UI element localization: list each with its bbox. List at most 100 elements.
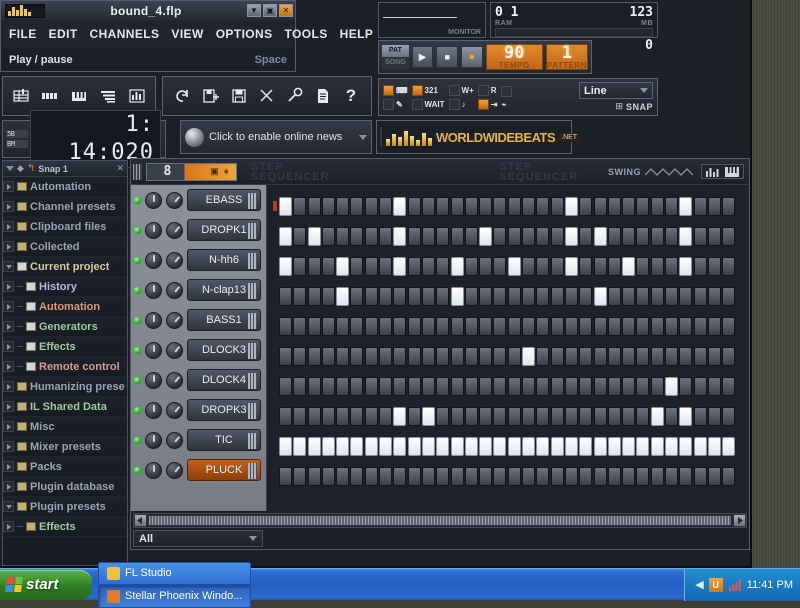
step-button[interactable] xyxy=(522,226,536,246)
browser-item-mixer-presets[interactable]: Mixer presets xyxy=(3,437,127,457)
browser-item-automation[interactable]: Automation xyxy=(3,177,127,197)
step-button[interactable] xyxy=(464,286,478,306)
channel-button[interactable]: DLOCK4 xyxy=(187,369,261,391)
step-button[interactable] xyxy=(622,406,636,426)
step-button[interactable] xyxy=(407,226,421,246)
step-button[interactable] xyxy=(407,466,421,486)
step-sequencer-icon[interactable] xyxy=(40,86,60,106)
expand-arrow-icon[interactable] xyxy=(3,401,14,412)
step-button[interactable] xyxy=(650,196,664,216)
piano-roll-icon[interactable] xyxy=(69,86,89,106)
browser-item-humanizing-presets[interactable]: Humanizing presets xyxy=(3,377,127,397)
step-button[interactable] xyxy=(665,376,679,396)
taskbar-item[interactable]: Stellar Phoenix Windo... xyxy=(98,584,252,608)
browser-item-effects[interactable]: Effects xyxy=(3,337,127,357)
step-button[interactable] xyxy=(579,436,593,456)
step-button[interactable] xyxy=(464,346,478,366)
step-button[interactable] xyxy=(707,256,721,276)
step-button[interactable] xyxy=(607,436,621,456)
step-button[interactable] xyxy=(650,436,664,456)
channel-grip-icon[interactable] xyxy=(248,373,257,389)
step-button[interactable] xyxy=(536,196,550,216)
step-button[interactable] xyxy=(421,406,435,426)
step-button[interactable] xyxy=(293,226,307,246)
channel-mute-led[interactable] xyxy=(134,466,141,474)
menu-item-channels[interactable]: CHANNELS xyxy=(90,27,160,41)
step-button[interactable] xyxy=(564,466,578,486)
step-button[interactable] xyxy=(336,256,350,276)
step-button[interactable] xyxy=(336,196,350,216)
step-button[interactable] xyxy=(622,376,636,396)
step-button[interactable] xyxy=(336,226,350,246)
wwb-button-icon[interactable] xyxy=(380,127,382,147)
step-button[interactable] xyxy=(550,406,564,426)
step-button[interactable] xyxy=(650,316,664,336)
step-button[interactable] xyxy=(364,436,378,456)
step-button[interactable] xyxy=(722,196,736,216)
browser-icon[interactable] xyxy=(98,86,118,106)
step-button[interactable] xyxy=(679,316,693,336)
expand-arrow-icon[interactable] xyxy=(3,301,14,312)
channel-pan-knob[interactable] xyxy=(145,341,162,359)
channel-mute-led[interactable] xyxy=(134,256,141,264)
step-button[interactable] xyxy=(507,196,521,216)
graph-editor-icon[interactable] xyxy=(705,166,721,177)
step-button[interactable] xyxy=(665,316,679,336)
step-button[interactable] xyxy=(536,466,550,486)
step-button[interactable] xyxy=(722,406,736,426)
step-button[interactable] xyxy=(407,316,421,336)
step-button[interactable] xyxy=(293,466,307,486)
channel-grip-icon[interactable] xyxy=(248,313,257,329)
step-button[interactable] xyxy=(279,286,292,306)
step-button[interactable] xyxy=(279,256,292,276)
step-button[interactable] xyxy=(493,346,507,366)
browser-item-plugin-presets[interactable]: Plugin presets xyxy=(3,497,127,517)
step-button[interactable] xyxy=(307,196,321,216)
step-button[interactable] xyxy=(307,256,321,276)
step-button[interactable] xyxy=(350,466,364,486)
step-button[interactable] xyxy=(722,256,736,276)
step-button[interactable] xyxy=(564,226,578,246)
step-button[interactable] xyxy=(564,436,578,456)
step-button[interactable] xyxy=(665,196,679,216)
channel-mute-led[interactable] xyxy=(134,346,141,354)
step-button[interactable] xyxy=(307,406,321,426)
step-button[interactable] xyxy=(421,226,435,246)
channel-volume-knob[interactable] xyxy=(166,401,183,419)
worldwidebeats-banner[interactable]: WORLDWIDEBEATS .NET xyxy=(376,120,580,154)
step-button[interactable] xyxy=(436,406,450,426)
step-button[interactable] xyxy=(350,286,364,306)
step-button[interactable] xyxy=(693,256,707,276)
step-button[interactable] xyxy=(307,316,321,336)
step-button[interactable] xyxy=(336,316,350,336)
step-button[interactable] xyxy=(379,466,393,486)
step-button[interactable] xyxy=(536,256,550,276)
channel-mute-led[interactable] xyxy=(134,316,141,324)
step-button[interactable] xyxy=(607,286,621,306)
step-button[interactable] xyxy=(636,376,650,396)
menu-item-view[interactable]: VIEW xyxy=(171,27,203,41)
step-button[interactable] xyxy=(479,226,493,246)
close-icon[interactable]: ✕ xyxy=(279,4,293,17)
expand-arrow-icon[interactable] xyxy=(3,241,14,252)
stop-button[interactable]: ■ xyxy=(436,46,458,68)
step-button[interactable] xyxy=(364,226,378,246)
toggle-metronome[interactable] xyxy=(501,85,513,97)
step-button[interactable] xyxy=(493,466,507,486)
toggle-multilink[interactable] xyxy=(383,98,394,110)
step-button[interactable] xyxy=(479,256,493,276)
pattern-menu-icon[interactable]: ➧ xyxy=(222,165,231,178)
step-button[interactable] xyxy=(493,406,507,426)
step-button[interactable] xyxy=(579,466,593,486)
step-button[interactable] xyxy=(693,316,707,336)
step-button[interactable] xyxy=(722,376,736,396)
step-button[interactable] xyxy=(321,346,335,366)
step-button[interactable] xyxy=(536,376,550,396)
pattern-color-icon[interactable]: ▣ xyxy=(210,166,219,177)
step-button[interactable] xyxy=(450,196,464,216)
channel-button[interactable]: TIC xyxy=(187,429,261,451)
step-button[interactable] xyxy=(550,256,564,276)
step-button[interactable] xyxy=(593,406,607,426)
expand-arrow-icon[interactable] xyxy=(3,361,14,372)
step-button[interactable] xyxy=(464,376,478,396)
